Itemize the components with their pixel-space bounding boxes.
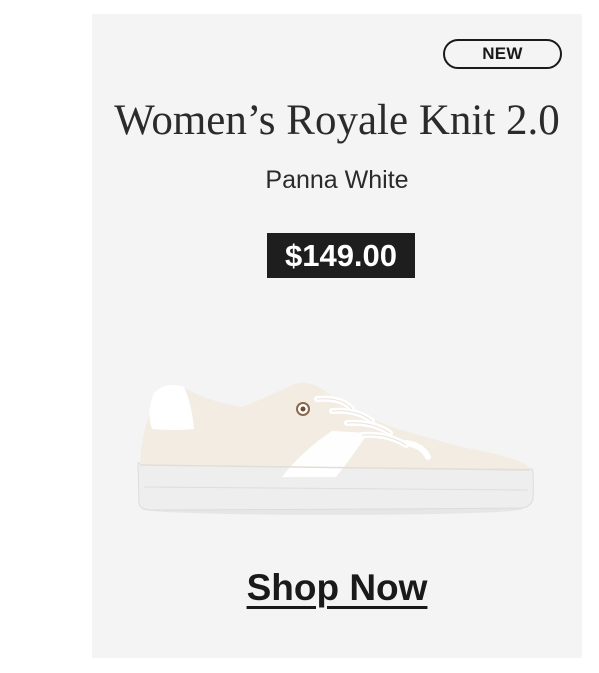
price-tag: $149.00	[267, 233, 415, 278]
product-color-name: Panna White	[265, 166, 409, 194]
new-badge: NEW	[443, 39, 562, 69]
product-card[interactable]: NEW Women’s Royale Knit 2.0 Panna White …	[92, 14, 582, 658]
product-title[interactable]: Women’s Royale Knit 2.0	[92, 96, 582, 145]
shop-now-link[interactable]: Shop Now	[92, 567, 582, 609]
sneaker-image[interactable]	[132, 359, 536, 519]
